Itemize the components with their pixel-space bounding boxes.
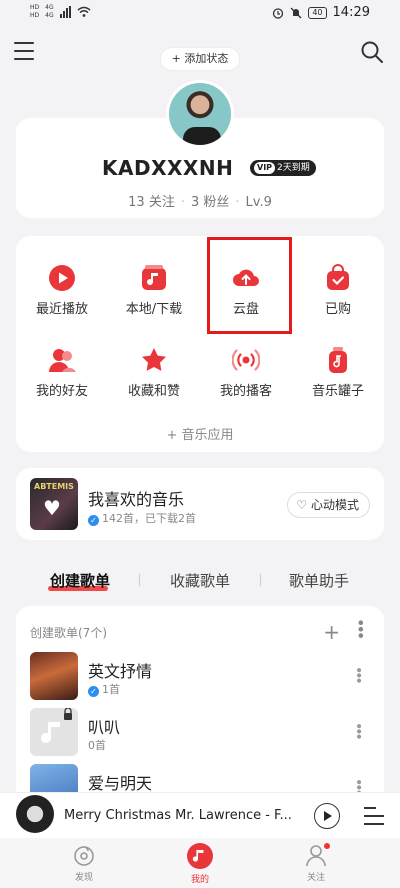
now-playing-disc[interactable] — [16, 795, 54, 833]
tab-created-playlists[interactable]: 创建歌单 — [50, 570, 110, 591]
tab-collected-playlists[interactable]: 收藏歌单 — [170, 570, 230, 591]
playlist-title: 爱与明天 — [88, 774, 153, 793]
nav-discover[interactable]: 发现 — [54, 842, 114, 883]
heartbeat-mode-button[interactable]: ♡ 心动模式 — [287, 492, 370, 518]
playlist-title: 叭叭 — [88, 718, 121, 737]
network-type: 4G 4G — [45, 4, 54, 19]
row-more-icon[interactable]: ••• — [350, 666, 366, 682]
fans-count[interactable]: 3 粉丝 — [191, 195, 229, 210]
mute-icon — [290, 7, 302, 18]
verified-icon: ✓ — [88, 515, 99, 526]
friends-icon — [49, 349, 76, 372]
cloud-highlight-box — [207, 237, 292, 334]
alarm-icon — [273, 7, 284, 19]
tab-playlist-assistant[interactable]: 歌单助手 — [289, 570, 349, 591]
grid-item-recent[interactable]: 最近播放 — [16, 264, 108, 317]
tab-divider — [139, 574, 140, 586]
grid-item-podcast[interactable]: 我的播客 — [200, 346, 292, 399]
more-options-icon[interactable]: ••• — [351, 618, 370, 637]
playlist-subtitle: 0首 — [88, 739, 106, 752]
music-folder-icon — [142, 265, 166, 290]
music-jar-icon — [329, 347, 347, 373]
shopping-bag-icon — [327, 264, 349, 290]
liked-music-cover: ABTEMIS ♥ — [30, 478, 78, 530]
discover-icon — [74, 846, 94, 866]
sim-indicator: HD HD — [30, 4, 40, 19]
nav-follow[interactable]: 关注 — [286, 842, 346, 883]
grid-item-favorites[interactable]: 收藏和赞 — [108, 346, 200, 399]
liked-music-card[interactable]: ABTEMIS ♥ 我喜欢的音乐 ✓ 142首，已下载2首 ♡ 心动模式 — [16, 468, 384, 540]
level-badge[interactable]: Lv.9 — [246, 195, 272, 210]
music-apps-button[interactable]: + 音乐应用 — [16, 424, 384, 443]
playlist-queue-icon[interactable] — [364, 807, 384, 825]
bottom-nav: 发现 我的 关注 — [0, 838, 400, 888]
mini-player[interactable]: Merry Christmas Mr. Lawrence - F... — [0, 792, 400, 838]
tab-divider — [260, 574, 261, 586]
playlist-card: 创建歌单(7个) + ••• 英文抒情 ✓ 1首 ••• 叭叭 0首 ••• 爱与… — [16, 606, 384, 812]
play-icon — [49, 265, 75, 291]
grid-item-music-jar[interactable]: 音乐罐子 — [292, 346, 384, 399]
grid-item-local-download[interactable]: 本地/下载 — [108, 264, 200, 317]
broadcast-icon — [232, 349, 260, 371]
nav-mine[interactable]: 我的 — [170, 842, 230, 885]
music-note-icon — [187, 843, 213, 869]
menu-icon[interactable] — [14, 42, 34, 60]
grid-item-friends[interactable]: 我的好友 — [16, 346, 108, 399]
quick-access-grid: 最近播放 本地/下载 云盘 已购 我的好友 收藏和赞 我的播客 音乐罐子 + 音… — [16, 236, 384, 452]
playlist-cover — [30, 707, 78, 756]
playlist-subtitle: ✓ 1首 — [88, 681, 120, 697]
status-bar: HD HD 4G 4G 40 14:29 — [0, 0, 400, 28]
music-note-icon — [41, 707, 72, 743]
battery-indicator: 40 — [308, 6, 327, 19]
now-playing-title[interactable]: Merry Christmas Mr. Lawrence - F... — [64, 808, 292, 823]
playlist-title: 英文抒情 — [88, 662, 153, 681]
playlist-row[interactable]: 叭叭 0首 ••• — [30, 707, 370, 758]
grid-item-purchased[interactable]: 已购 — [292, 264, 384, 317]
clock: 14:29 — [332, 5, 370, 20]
playlist-row[interactable]: 英文抒情 ✓ 1首 ••• — [30, 652, 370, 702]
verified-icon: ✓ — [88, 686, 99, 697]
profile-stats: 13 关注 · 3 粉丝 · Lv.9 — [128, 195, 272, 210]
play-icon[interactable] — [314, 803, 340, 829]
avatar[interactable] — [166, 80, 234, 148]
wifi-icon — [77, 6, 91, 17]
add-status-button[interactable]: + 添加状态 — [161, 48, 239, 70]
add-playlist-button[interactable]: + — [323, 620, 340, 644]
playlist-header: 创建歌单(7个) — [30, 626, 107, 640]
follows-count[interactable]: 13 关注 — [128, 195, 175, 210]
search-icon[interactable] — [360, 40, 384, 64]
user-name: KADXXXNH — [102, 156, 234, 180]
signal-icon — [59, 5, 71, 18]
notification-dot — [324, 843, 330, 849]
liked-music-title: 我喜欢的音乐 — [88, 490, 185, 509]
star-icon — [142, 348, 166, 371]
heart-icon: ♥ — [43, 496, 61, 520]
row-more-icon[interactable]: ••• — [350, 722, 366, 738]
vip-badge[interactable]: VIP 2天到期 — [250, 160, 316, 176]
heart-outline-icon: ♡ — [296, 498, 308, 512]
playlist-cover — [30, 652, 78, 700]
liked-music-subtitle: ✓ 142首，已下载2首 — [88, 510, 196, 526]
